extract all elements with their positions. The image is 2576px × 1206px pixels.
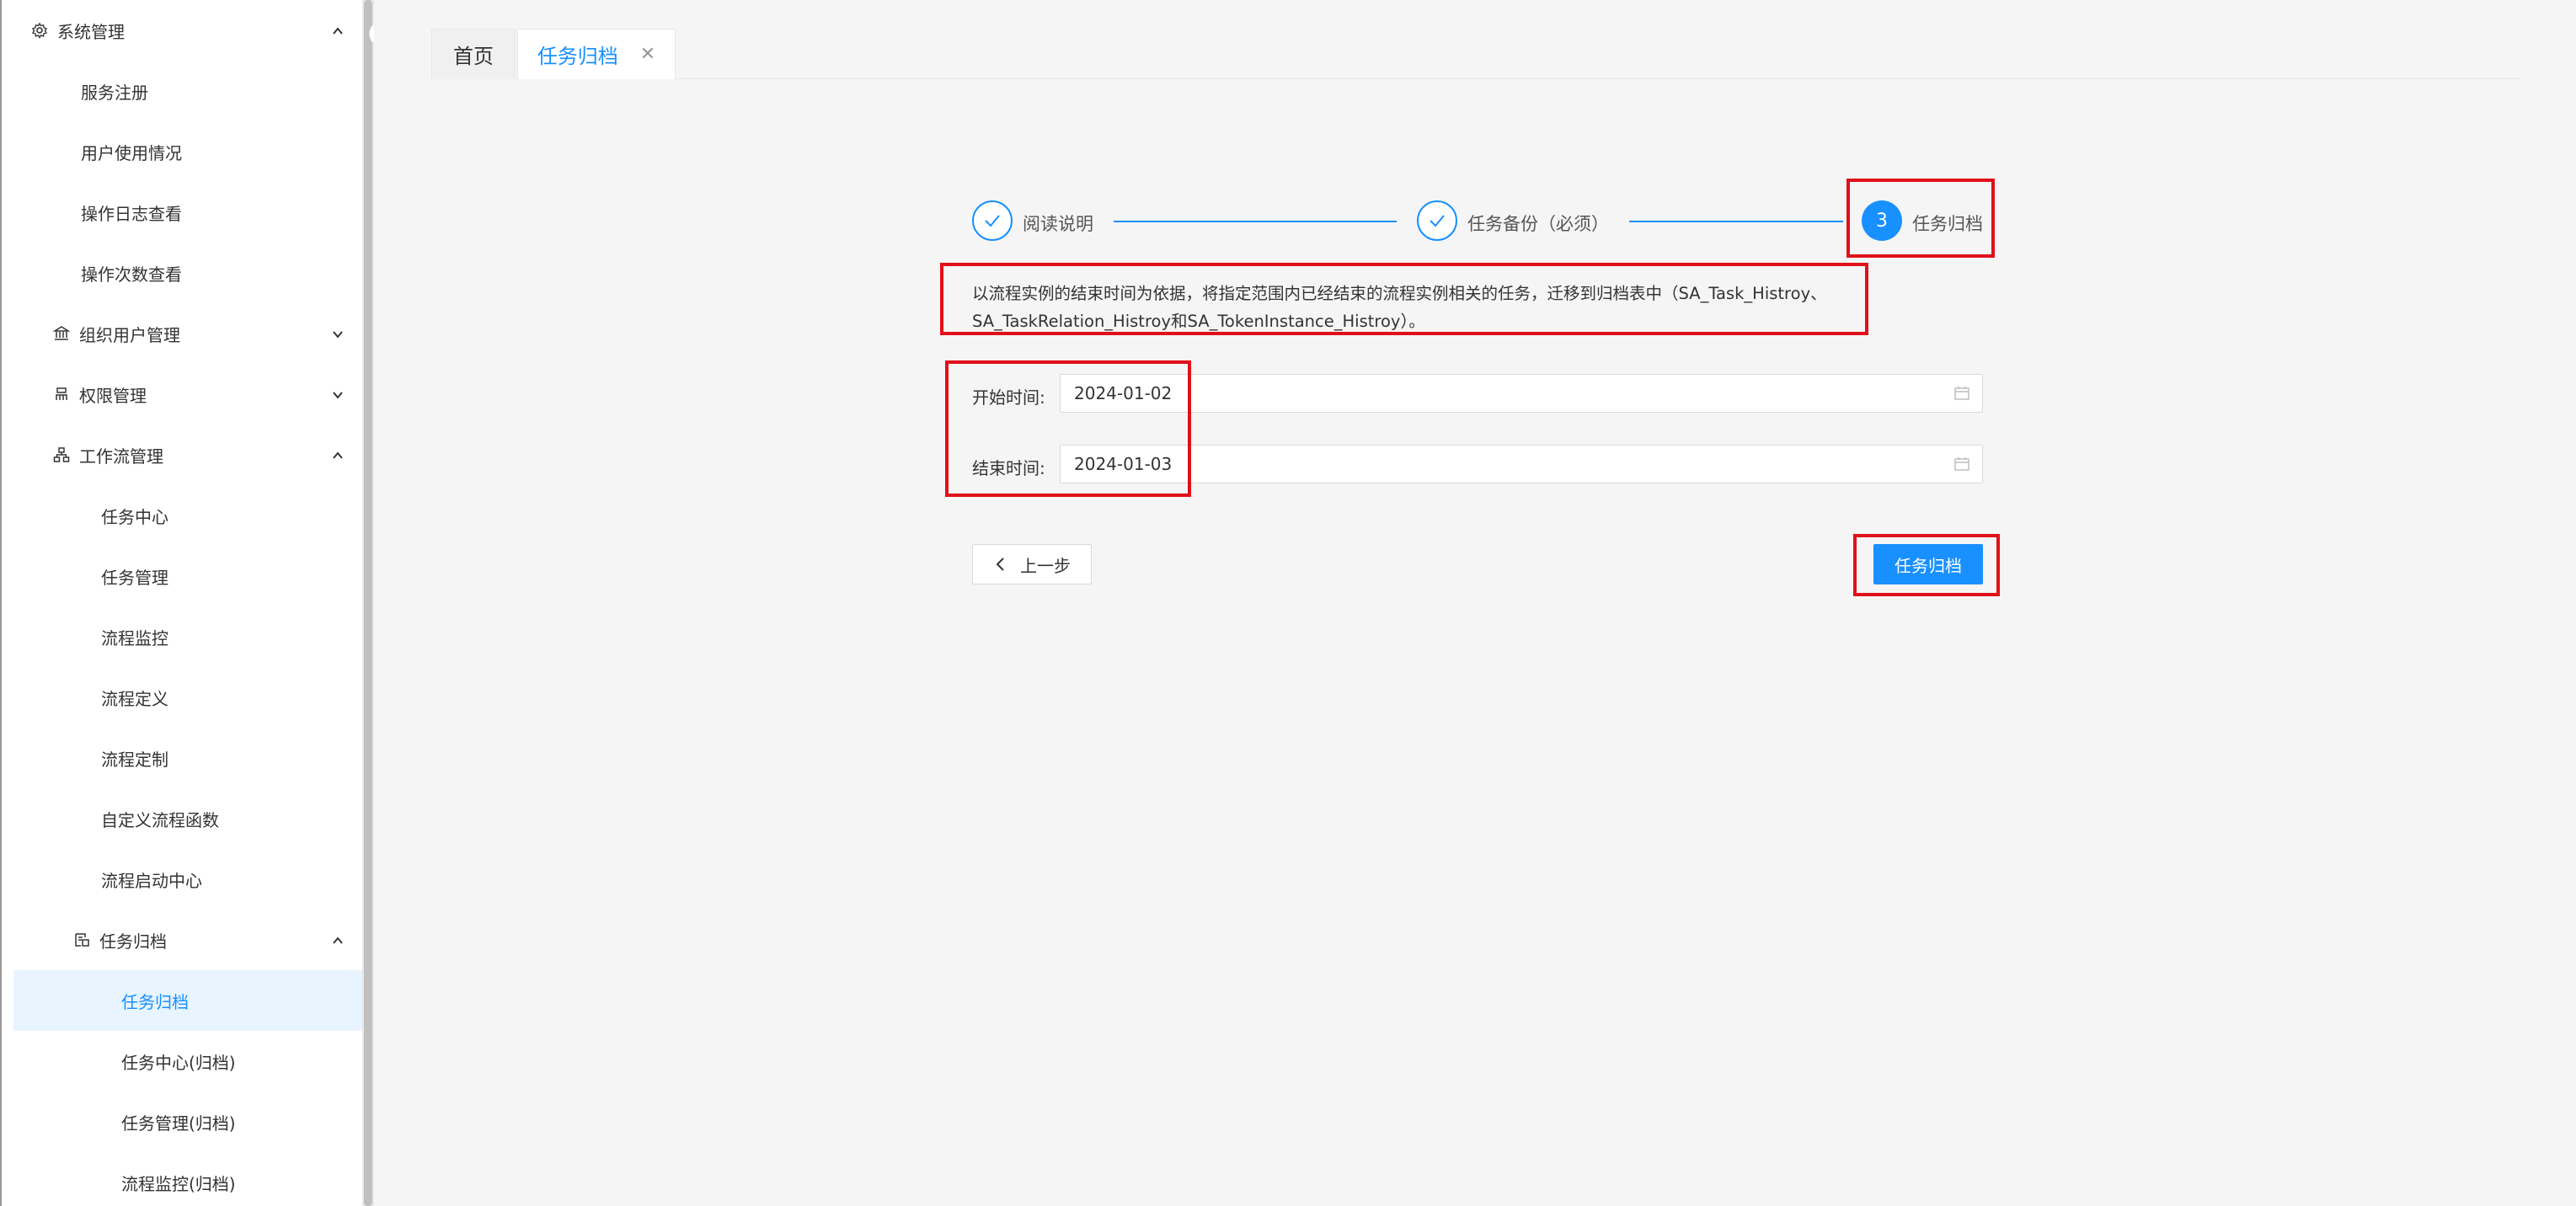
sidebar-item-label: 自定义流程函数 xyxy=(101,809,219,830)
sidebar-item-label: 权限管理 xyxy=(79,385,147,406)
tab-home[interactable]: 首页 xyxy=(431,29,516,79)
calendar-icon[interactable] xyxy=(1953,456,1970,472)
user-permission-icon xyxy=(52,385,71,403)
tab-label: 任务归档 xyxy=(537,45,618,68)
sidebar-item-label: 流程监控(归档) xyxy=(121,1173,236,1194)
sidebar-item-label: 流程定制 xyxy=(101,749,168,770)
highlight-box-archive-button xyxy=(1853,534,2000,596)
sidebar-item-label: 流程定义 xyxy=(101,688,168,709)
sidebar-item-user-usage[interactable]: 用户使用情况 xyxy=(2,121,362,182)
calendar-icon[interactable] xyxy=(1953,385,1970,402)
step-2-check-icon xyxy=(1417,200,1457,241)
sidebar-item-custom-process-function[interactable]: 自定义流程函数 xyxy=(2,788,362,849)
sidebar-item-system-management[interactable]: 系统管理 xyxy=(2,0,362,61)
step-1-check-icon xyxy=(972,200,1013,241)
step-connector xyxy=(1114,221,1397,222)
previous-step-label: 上一步 xyxy=(1020,555,1071,576)
sidebar-item-process-monitor[interactable]: 流程监控 xyxy=(2,606,362,667)
sidebar-item-task-archive[interactable]: 任务归档 xyxy=(13,970,362,1031)
end-time-input[interactable]: 2024-01-03 xyxy=(1060,445,1983,483)
sidebar-item-label: 用户使用情况 xyxy=(81,142,182,163)
main-content: 首页 任务归档 ✕ xyxy=(374,0,2576,1206)
workflow-icon xyxy=(52,446,71,464)
sidebar-item-label: 操作次数查看 xyxy=(81,264,182,285)
steps: 阅读说明 任务备份（必须） 3 任务归档 xyxy=(970,195,1995,246)
highlight-box-description xyxy=(940,263,1868,335)
sidebar-item-label: 任务管理(归档) xyxy=(121,1113,236,1134)
step-connector xyxy=(1629,221,1843,222)
sidebar-item-label: 流程监控 xyxy=(101,627,168,648)
sidebar-item-task-center-archived[interactable]: 任务中心(归档) xyxy=(2,1031,362,1091)
step-2-title: 任务备份（必须） xyxy=(1467,214,1609,234)
chevron-down-icon xyxy=(332,328,343,339)
sidebar-item-process-definition[interactable]: 流程定义 xyxy=(2,667,362,728)
gear-icon xyxy=(30,21,49,40)
sidebar-item-task-archive-group[interactable]: 任务归档 xyxy=(2,910,362,970)
sidebar-item-label: 系统管理 xyxy=(57,21,125,42)
sidebar-item-task-management[interactable]: 任务管理 xyxy=(2,546,362,606)
archive-icon xyxy=(72,931,91,949)
chevron-up-icon xyxy=(332,450,343,460)
sidebar-item-org-user-management[interactable]: 组织用户管理 xyxy=(2,303,362,364)
sidebar-item-label: 操作日志查看 xyxy=(81,203,182,224)
sidebar-item-process-monitor-archived[interactable]: 流程监控(归档) xyxy=(2,1152,362,1206)
highlight-box-step-3 xyxy=(1846,179,1995,258)
tab-task-archive[interactable]: 任务归档 ✕ xyxy=(517,29,676,79)
chevron-up-icon xyxy=(332,935,343,945)
chevron-down-icon xyxy=(332,389,343,399)
tab-bar: 首页 任务归档 ✕ xyxy=(431,29,2520,79)
chevron-left-icon xyxy=(996,558,1004,571)
start-time-input[interactable]: 2024-01-02 xyxy=(1060,374,1983,413)
sidebar-item-label: 任务中心(归档) xyxy=(121,1052,236,1073)
sidebar-item-label: 组织用户管理 xyxy=(79,324,180,345)
previous-step-button[interactable]: 上一步 xyxy=(972,544,1092,584)
highlight-box-time-fields xyxy=(945,360,1191,497)
sidebar-item-label: 服务注册 xyxy=(81,82,148,103)
sidebar-item-operation-count[interactable]: 操作次数查看 xyxy=(2,243,362,303)
sidebar: 系统管理 服务注册 用户使用情况 操作日志查看 操作次数查看 组织用户管理 权限… xyxy=(0,0,362,1206)
close-icon[interactable]: ✕ xyxy=(640,44,655,65)
sidebar-item-process-start-center[interactable]: 流程启动中心 xyxy=(2,849,362,910)
sidebar-item-task-center[interactable]: 任务中心 xyxy=(2,485,362,546)
sidebar-item-label: 任务归档 xyxy=(121,991,189,1012)
scrollbar-thumb[interactable] xyxy=(364,0,372,1206)
sidebar-item-label: 工作流管理 xyxy=(79,446,163,467)
sidebar-item-task-management-archived[interactable]: 任务管理(归档) xyxy=(2,1091,362,1152)
sidebar-item-operation-log[interactable]: 操作日志查看 xyxy=(2,182,362,243)
sidebar-item-label: 任务管理 xyxy=(101,567,168,588)
sidebar-item-permission-management[interactable]: 权限管理 xyxy=(2,364,362,424)
bank-icon xyxy=(52,324,71,343)
tab-label: 首页 xyxy=(453,45,494,68)
chevron-up-icon xyxy=(332,25,343,35)
sidebar-scrollbar[interactable] xyxy=(362,0,374,1206)
sidebar-item-label: 任务归档 xyxy=(99,931,167,952)
sidebar-item-label: 任务中心 xyxy=(101,506,168,527)
sidebar-item-workflow-management[interactable]: 工作流管理 xyxy=(2,424,362,485)
step-1-title: 阅读说明 xyxy=(1023,214,1093,234)
sidebar-item-label: 流程启动中心 xyxy=(101,870,202,891)
sidebar-item-service-register[interactable]: 服务注册 xyxy=(2,61,362,121)
sidebar-item-process-customize[interactable]: 流程定制 xyxy=(2,728,362,788)
